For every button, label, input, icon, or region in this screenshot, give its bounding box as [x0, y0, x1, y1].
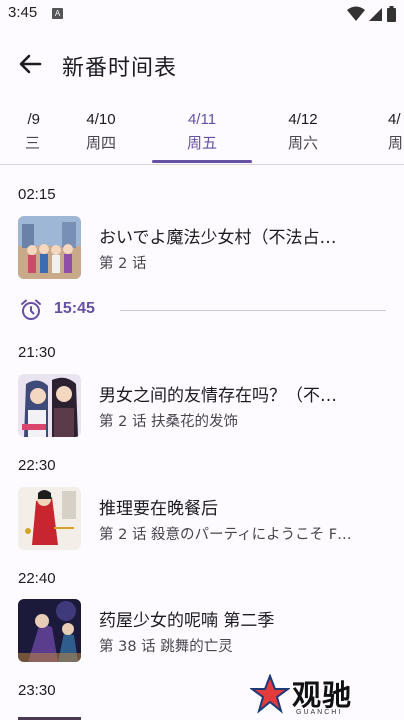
tab-date-label: 4/10 — [86, 111, 116, 128]
tab-date-label: /9 — [27, 111, 40, 128]
current-time-indicator: 15:45 — [0, 296, 404, 326]
wifi-icon — [347, 6, 365, 21]
tab-date-0[interactable]: /9 三 — [0, 108, 50, 164]
tab-date-4[interactable]: 4/ 周 — [354, 108, 404, 164]
episode-info: 第 2 话 殺意のパーティにようこそ F… — [99, 527, 352, 543]
alarm-clock-icon — [21, 299, 41, 320]
arrow-back-icon — [19, 54, 42, 74]
time-label: 23:30 — [18, 682, 56, 699]
anime-cover-image — [18, 374, 81, 437]
anime-cover-image — [18, 711, 81, 720]
time-label: 02:15 — [18, 186, 56, 203]
episode-info: 第 2 话 — [99, 256, 147, 272]
notification-icon: A — [52, 8, 63, 19]
tab-date-2[interactable]: 4/11 周五 — [152, 108, 252, 164]
anime-title: 药屋少女的呢喃 第二季 — [99, 611, 275, 631]
episode-info: 第 38 话 跳舞的亡灵 — [99, 639, 233, 655]
time-label: 21:30 — [18, 344, 56, 361]
anime-cover-image — [18, 487, 81, 550]
status-time: 3:45 — [8, 4, 38, 21]
anime-cover-image — [18, 599, 81, 662]
battery-icon — [387, 6, 396, 22]
tab-weekday-label: 周六 — [287, 134, 318, 152]
time-label: 22:30 — [18, 457, 56, 474]
status-icons — [347, 6, 396, 22]
current-time: 15:45 — [54, 300, 95, 317]
tabs-divider — [0, 164, 404, 165]
anime-cover-image — [18, 216, 81, 279]
schedule-item[interactable]: 推理要在晚餐后 第 2 话 殺意のパーティにようこそ F… — [0, 487, 404, 553]
tab-date-3[interactable]: 4/12 周六 — [253, 108, 353, 164]
schedule-item[interactable]: 药屋少女的呢喃 第二季 第 38 话 跳舞的亡灵 — [0, 599, 404, 665]
current-time-line — [120, 310, 386, 311]
tab-weekday-label: 三 — [24, 134, 40, 152]
episode-info: 第 2 话 扶桑花的发饰 — [99, 414, 239, 430]
schedule-item[interactable]: 男女之间的友情存在吗？（不… 第 2 话 扶桑花的发饰 — [0, 374, 404, 440]
anime-title: おいでよ魔法少女村（不法占… — [99, 228, 337, 248]
watermark-logo: 观驰 GUANCHI — [250, 672, 370, 718]
tab-indicator — [152, 160, 252, 163]
tab-weekday-label: 周五 — [186, 134, 217, 152]
tab-date-label: 4/11 — [187, 111, 217, 128]
schedule-item[interactable]: おいでよ魔法少女村（不法占… 第 2 话 — [0, 216, 404, 282]
back-button[interactable] — [14, 48, 46, 80]
tab-date-label: 4/ — [388, 111, 401, 128]
app-bar: 新番时间表 — [0, 28, 404, 100]
watermark-text: 观驰 — [292, 678, 353, 712]
tab-weekday-label: 周 — [388, 134, 404, 152]
time-label: 22:40 — [18, 570, 56, 587]
watermark-subtext: GUANCHI — [296, 709, 343, 716]
anime-title: 推理要在晚餐后 — [99, 499, 218, 519]
tab-weekday-label: 周四 — [85, 134, 116, 152]
star-logo-icon — [250, 674, 290, 714]
tab-date-1[interactable]: 4/10 周四 — [51, 108, 151, 164]
signal-icon — [369, 8, 382, 21]
status-bar: 3:45 A — [0, 0, 404, 28]
page-title: 新番时间表 — [62, 56, 178, 81]
anime-title: 男女之间的友情存在吗？（不… — [99, 386, 337, 406]
tab-date-label: 4/12 — [288, 111, 318, 128]
date-tabs: /9 三 4/10 周四 4/11 周五 4/12 周六 4/ 周 — [0, 108, 404, 164]
